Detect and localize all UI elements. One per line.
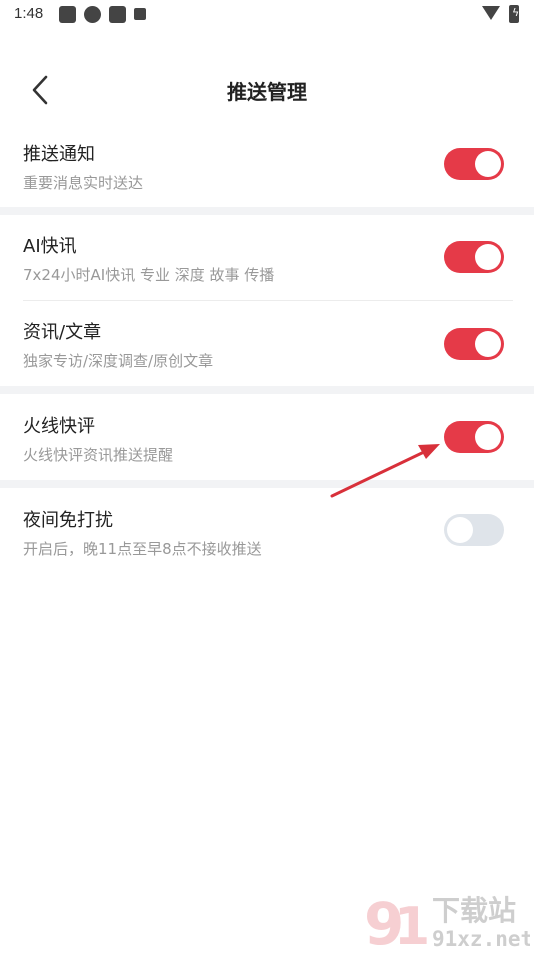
watermark-graphic: 9 1 下载站 91xz.net	[364, 890, 533, 954]
svg-text:91xz.net: 91xz.net	[432, 927, 530, 950]
annotation-arrow	[330, 444, 440, 498]
svg-text:下载站: 下载站	[432, 894, 516, 927]
svg-text:1: 1	[394, 897, 430, 950]
watermark-logo: 9 1 下载站 91xz.net	[360, 890, 533, 954]
